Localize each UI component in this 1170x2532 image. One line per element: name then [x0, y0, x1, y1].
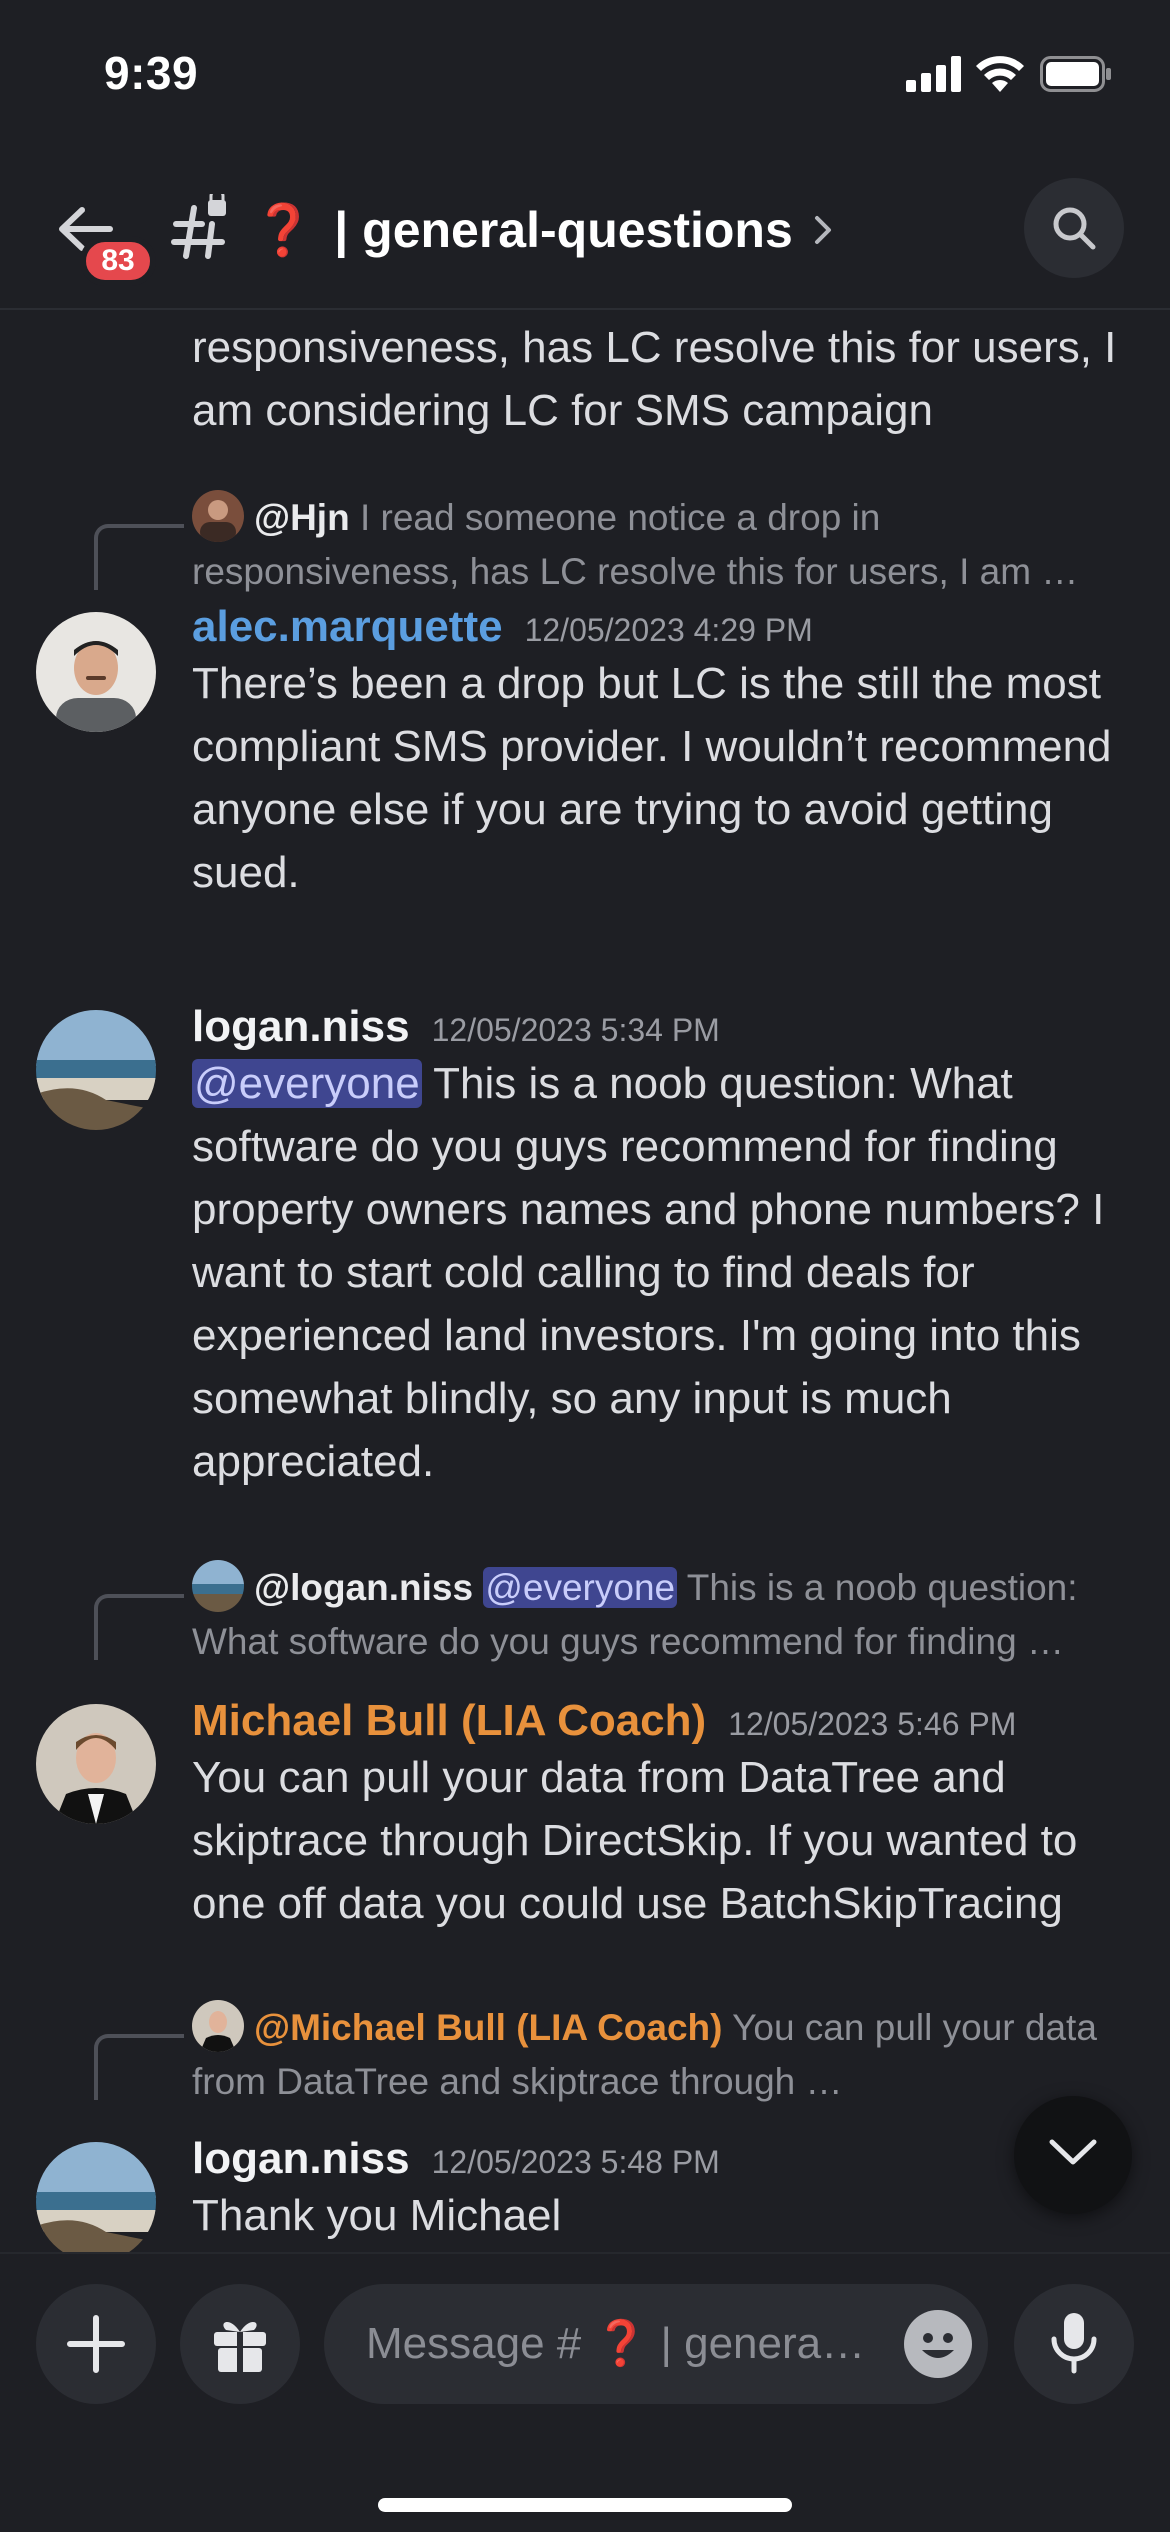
reply-mention: @everyone: [483, 1567, 678, 1608]
avatar[interactable]: [36, 2142, 156, 2252]
reply-avatar: [192, 1560, 244, 1612]
reply-avatar: [192, 2000, 244, 2052]
message-body: This is a noob question: What software d…: [192, 1059, 1105, 1486]
avatar[interactable]: [36, 1704, 156, 1824]
chevron-down-icon: [1049, 2139, 1097, 2165]
gift-button[interactable]: [180, 2284, 300, 2404]
mention-everyone[interactable]: @everyone: [192, 1059, 422, 1108]
chevron-right-icon[interactable]: [808, 212, 838, 248]
question-mark-emoji: ❓: [252, 202, 315, 258]
home-indicator: [378, 2498, 792, 2512]
avatar[interactable]: [36, 1010, 156, 1130]
message-text: You can pull your data from DataTree and…: [192, 1753, 1078, 1928]
username[interactable]: alec.marquette: [192, 602, 503, 651]
message-input[interactable]: Message # ❓ | general...: [324, 2284, 988, 2404]
gift-icon: [214, 2321, 266, 2372]
message-list[interactable]: responsiveness, has LC resolve this for …: [0, 312, 1170, 2252]
message-text: @everyone This is a noob question: What …: [192, 1052, 1142, 1493]
timestamp: 12/05/2023 5:48 PM: [431, 2144, 720, 2180]
add-attachment-button[interactable]: [36, 2284, 156, 2404]
status-bar: 9:39: [0, 0, 1170, 150]
reply-preview[interactable]: @logan.niss @everyone This is a noob que…: [192, 1560, 1132, 1669]
message-fragment: responsiveness, has LC resolve this for …: [192, 323, 1117, 435]
channel-name: | general-questions: [334, 202, 793, 258]
reply-username: @logan.niss: [254, 1567, 474, 1608]
channel-hash-icon: [171, 194, 226, 259]
wifi-icon: [976, 56, 1024, 92]
plus-icon: [67, 2315, 125, 2373]
reply-connector: [94, 524, 184, 590]
timestamp: 12/05/2023 5:34 PM: [431, 1012, 720, 1048]
reply-preview[interactable]: @Michael Bull (LIA Coach) You can pull y…: [192, 2000, 1132, 2109]
microphone-icon: [1051, 2313, 1097, 2374]
reply-username: @Hjn: [254, 497, 350, 538]
search-button[interactable]: [1024, 178, 1124, 278]
status-time: 9:39: [104, 47, 199, 99]
channel-title[interactable]: ❓ | general-questions: [252, 198, 793, 262]
message-composer: Message # ❓ | general...: [0, 2252, 1170, 2532]
cellular-signal-icon: [906, 56, 961, 92]
message-text: There’s been a drop but LC is the still …: [192, 659, 1112, 897]
channel-header: 83 ❓ | general-questions: [0, 150, 1170, 310]
search-icon: [1053, 207, 1096, 250]
username[interactable]: Michael Bull (LIA Coach): [192, 1696, 706, 1745]
battery-icon: [1040, 56, 1111, 92]
reply-avatar: [192, 490, 244, 542]
reply-connector: [94, 1594, 184, 1660]
unread-badge: 83: [80, 236, 156, 286]
username[interactable]: logan.niss: [192, 2134, 410, 2183]
jump-to-latest-button[interactable]: [1014, 2096, 1132, 2214]
message-placeholder: Message # ❓ | general...: [366, 2319, 866, 2368]
avatar[interactable]: [36, 612, 156, 732]
reply-preview[interactable]: @Hjn I read someone notice a drop in res…: [192, 490, 1132, 599]
message-text: Thank you Michael: [192, 2191, 562, 2240]
reply-username: @Michael Bull (LIA Coach): [254, 2007, 723, 2048]
voice-message-button[interactable]: [1014, 2284, 1134, 2404]
reply-connector: [94, 2034, 184, 2100]
smiley-icon: [922, 2333, 954, 2358]
timestamp: 12/05/2023 4:29 PM: [524, 612, 813, 648]
username[interactable]: logan.niss: [192, 1002, 410, 1051]
timestamp: 12/05/2023 5:46 PM: [728, 1706, 1017, 1742]
emoji-button[interactable]: [904, 2310, 972, 2378]
